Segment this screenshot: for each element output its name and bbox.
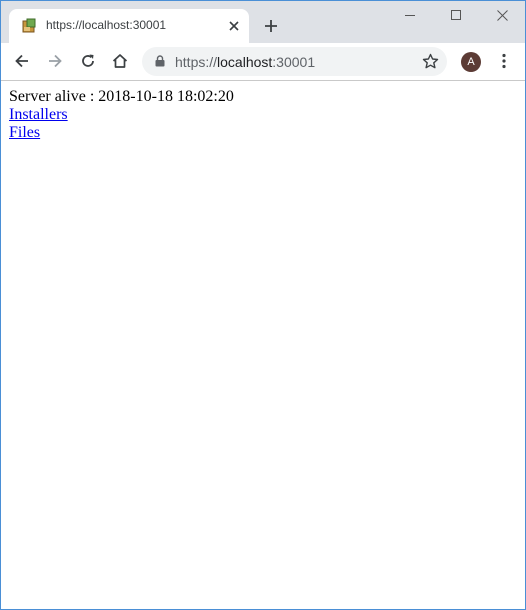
status-time: 2018-10-18 18:02:20 xyxy=(98,88,234,105)
address-bar[interactable]: https://localhost:30001 xyxy=(142,47,447,76)
new-tab-icon[interactable] xyxy=(262,17,280,35)
package-icon xyxy=(22,18,36,33)
maximize-button[interactable] xyxy=(433,1,479,31)
status-label: Server alive : xyxy=(9,88,99,105)
page-content: Server alive : 2018-10-18 18:02:20 Insta… xyxy=(9,88,234,142)
more-menu-icon[interactable] xyxy=(495,52,513,70)
back-arrow-icon[interactable] xyxy=(13,52,31,70)
browser-toolbar: https://localhost:30001 A xyxy=(1,43,525,81)
window-close-icon xyxy=(497,10,508,21)
files-link[interactable]: Files xyxy=(9,124,40,142)
forward-arrow-icon[interactable] xyxy=(46,52,64,70)
minimize-icon xyxy=(405,15,415,16)
server-status: Server alive : 2018-10-18 18:02:20 xyxy=(9,88,234,106)
installers-link[interactable]: Installers xyxy=(9,106,68,124)
bookmark-star-icon[interactable] xyxy=(422,53,439,70)
url-port: :30001 xyxy=(272,54,316,70)
tab-title: https://localhost:30001 xyxy=(46,18,167,32)
reload-icon[interactable] xyxy=(79,52,97,70)
maximize-icon xyxy=(451,10,461,20)
home-icon[interactable] xyxy=(111,52,129,70)
window-close-button[interactable] xyxy=(479,1,525,31)
tab-strip: https://localhost:30001 xyxy=(1,1,525,43)
close-tab-icon[interactable] xyxy=(227,19,241,33)
tab-active[interactable]: https://localhost:30001 xyxy=(9,9,249,43)
profile-avatar[interactable]: A xyxy=(461,52,481,72)
lock-icon[interactable] xyxy=(155,55,165,67)
minimize-button[interactable] xyxy=(387,1,433,31)
browser-window: https://localhost:30001 https://localhos… xyxy=(0,0,526,610)
url-scheme: https:// xyxy=(175,54,218,70)
url-text[interactable]: https://localhost:30001 xyxy=(175,54,315,70)
url-host: localhost xyxy=(217,54,273,70)
